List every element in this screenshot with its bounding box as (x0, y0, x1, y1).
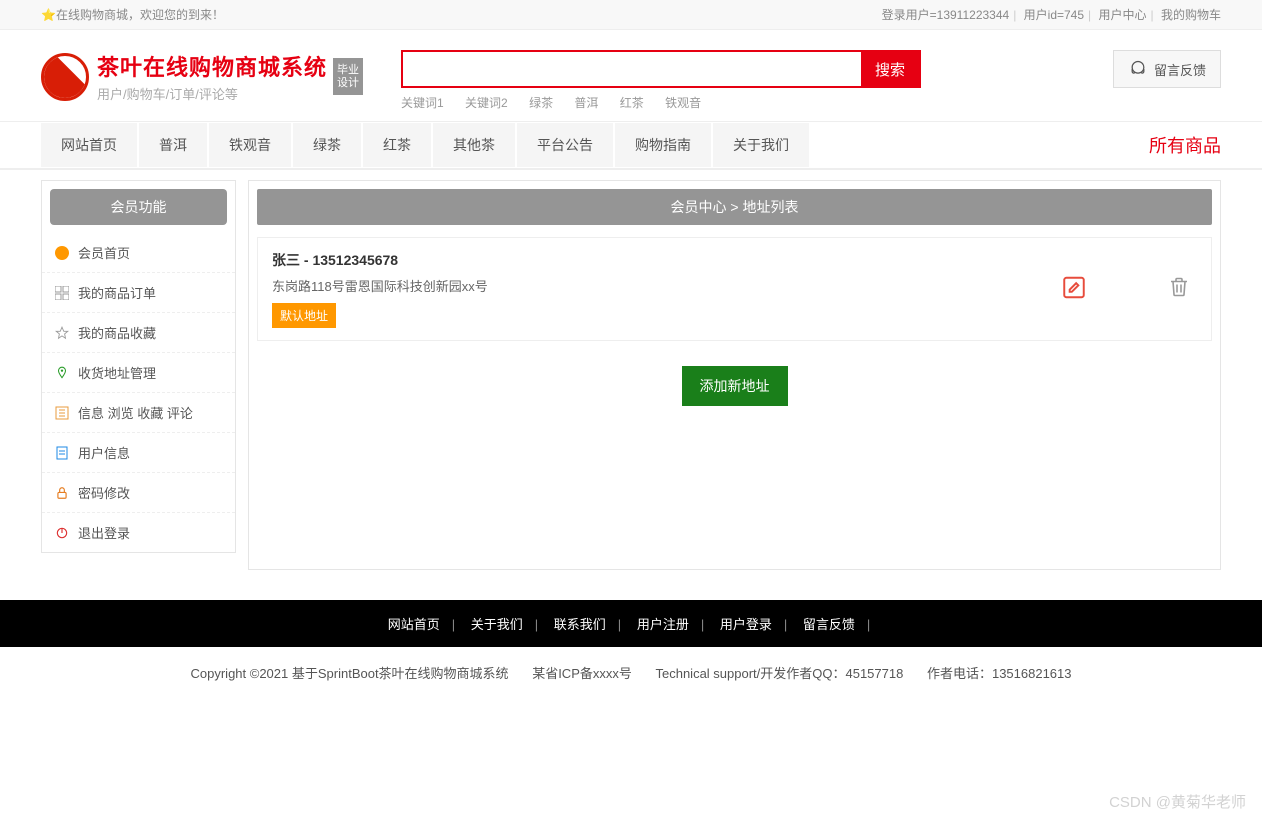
add-address-button[interactable]: 添加新地址 (682, 366, 788, 406)
badge: 毕业设计 (333, 58, 363, 94)
footer-link-feedback[interactable]: 留言反馈 (803, 617, 855, 632)
nav-item-puer[interactable]: 普洱 (139, 123, 207, 167)
footer-link-contact[interactable]: 联系我们 (554, 617, 606, 632)
sidebar: 会员功能 会员首页 我的商品订单 我的商品收藏 收货地址管理 信息 浏览 收藏 … (41, 180, 236, 553)
address-name: 张三 - 13512345678 (272, 250, 1197, 270)
keyword-link[interactable]: 关键词2 (465, 96, 508, 110)
nav-item-other[interactable]: 其他茶 (433, 123, 515, 167)
address-card: 张三 - 13512345678 东岗路118号雷恩国际科技创新园xx号 默认地… (257, 237, 1212, 341)
star-icon: ⭐ (41, 8, 56, 22)
delete-address-button[interactable] (1167, 275, 1191, 304)
watermark: CSDN @黄菊华老师 (1109, 791, 1246, 812)
dot-icon (54, 245, 70, 261)
sidebar-item-logout[interactable]: 退出登录 (42, 513, 235, 552)
search-button[interactable]: 搜索 (861, 52, 919, 86)
lock-icon (54, 485, 70, 501)
feedback-label: 留言反馈 (1154, 60, 1206, 79)
search-area: 搜索 关键词1 关键词2 绿茶 普洱 红茶 铁观音 (401, 50, 921, 111)
keyword-link[interactable]: 关键词1 (401, 96, 444, 110)
search-input[interactable] (403, 52, 861, 86)
content: 会员中心 > 地址列表 张三 - 13512345678 东岗路118号雷恩国际… (248, 180, 1221, 570)
logo-area: 茶叶在线购物商城系统 用户/购物车/订单/评论等 毕业设计 (41, 50, 401, 103)
topbar-right: 登录用户=13911223344| 用户id=745| 用户中心| 我的购物车 (882, 0, 1221, 30)
topbar-welcome: ⭐在线购物商城，欢迎您的到来！ (41, 0, 224, 30)
list-icon (54, 405, 70, 421)
edit-icon (1061, 275, 1087, 301)
footer-copyright: Copyright ©2021 基于SprintBoot茶叶在线购物商城系统 某… (0, 647, 1262, 722)
search-keywords: 关键词1 关键词2 绿茶 普洱 红茶 铁观音 (401, 94, 921, 111)
site-title: 茶叶在线购物商城系统 (97, 50, 327, 82)
power-icon (54, 525, 70, 541)
topbar-user-id: 用户id=745 (1024, 8, 1084, 22)
breadcrumb: 会员中心 > 地址列表 (257, 189, 1212, 225)
topbar-my-cart-link[interactable]: 我的购物车 (1161, 8, 1221, 22)
address-detail: 东岗路118号雷恩国际科技创新园xx号 (272, 276, 1197, 295)
main-nav: 网站首页 普洱 铁观音 绿茶 红茶 其他茶 平台公告 购物指南 关于我们 所有商… (0, 121, 1262, 170)
topbar-user-center-link[interactable]: 用户中心 (1099, 8, 1147, 22)
topbar-login-user: 登录用户=13911223344 (882, 8, 1010, 22)
feedback-button[interactable]: 留言反馈 (1113, 50, 1221, 88)
grid-icon (54, 285, 70, 301)
nav-item-notice[interactable]: 平台公告 (517, 123, 613, 167)
footer-nav: 网站首页| 关于我们| 联系我们| 用户注册| 用户登录| 留言反馈| (0, 600, 1262, 647)
header: 茶叶在线购物商城系统 用户/购物车/订单/评论等 毕业设计 搜索 关键词1 关键… (31, 30, 1231, 121)
site-subtitle: 用户/购物车/订单/评论等 (97, 84, 327, 103)
sidebar-item-fav[interactable]: 我的商品收藏 (42, 313, 235, 353)
edit-address-button[interactable] (1061, 275, 1087, 304)
footer-link-about[interactable]: 关于我们 (471, 617, 523, 632)
nav-item-home[interactable]: 网站首页 (41, 123, 137, 167)
nav-item-green[interactable]: 绿茶 (293, 123, 361, 167)
sidebar-item-address[interactable]: 收货地址管理 (42, 353, 235, 393)
location-icon (54, 365, 70, 381)
nav-item-tieguanyin[interactable]: 铁观音 (209, 123, 291, 167)
search-box: 搜索 (401, 50, 921, 88)
footer-link-login[interactable]: 用户登录 (720, 617, 772, 632)
logo-icon (41, 53, 89, 101)
topbar: ⭐在线购物商城，欢迎您的到来！ 登录用户=13911223344| 用户id=7… (0, 0, 1262, 30)
footer-link-home[interactable]: 网站首页 (388, 617, 440, 632)
sidebar-item-user[interactable]: 用户信息 (42, 433, 235, 473)
trash-icon (1167, 275, 1191, 299)
sidebar-title: 会员功能 (50, 189, 227, 225)
default-address-tag: 默认地址 (272, 303, 336, 328)
sidebar-item-password[interactable]: 密码修改 (42, 473, 235, 513)
sidebar-item-info[interactable]: 信息 浏览 收藏 评论 (42, 393, 235, 433)
sidebar-item-orders[interactable]: 我的商品订单 (42, 273, 235, 313)
keyword-link[interactable]: 铁观音 (665, 96, 701, 110)
keyword-link[interactable]: 红茶 (620, 96, 644, 110)
sidebar-item-home[interactable]: 会员首页 (42, 233, 235, 273)
nav-item-about[interactable]: 关于我们 (713, 123, 809, 167)
clipboard-icon (54, 445, 70, 461)
nav-all-goods-link[interactable]: 所有商品 (1149, 122, 1221, 168)
main: 会员功能 会员首页 我的商品订单 我的商品收藏 收货地址管理 信息 浏览 收藏 … (31, 180, 1231, 570)
star-outline-icon (54, 325, 70, 341)
nav-item-red[interactable]: 红茶 (363, 123, 431, 167)
nav-item-guide[interactable]: 购物指南 (615, 123, 711, 167)
footer-link-register[interactable]: 用户注册 (637, 617, 689, 632)
headset-icon (1128, 59, 1148, 79)
keyword-link[interactable]: 普洱 (574, 96, 598, 110)
keyword-link[interactable]: 绿茶 (529, 96, 553, 110)
